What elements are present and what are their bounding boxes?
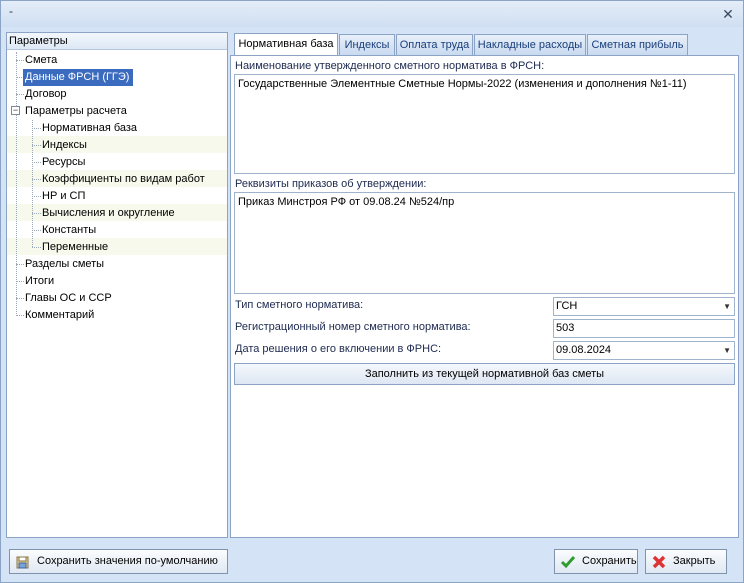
- normative-name-field[interactable]: Государственные Элементные Сметные Нормы…: [234, 74, 735, 174]
- close-x-icon: [652, 555, 666, 569]
- parameters-tree: Параметры − Смета Данные ФРСН (ГГЭ) Дого…: [6, 32, 228, 538]
- normative-type-value: ГСН: [556, 300, 578, 312]
- title-bar: - ✕: [1, 1, 743, 27]
- save-button[interactable]: Сохранить: [554, 549, 638, 574]
- tree-item-comment[interactable]: Комментарий: [23, 307, 98, 324]
- dropdown-arrow-icon[interactable]: ▼: [723, 342, 731, 359]
- save-default-label: Сохранить значения по-умолчанию: [37, 555, 218, 567]
- tree-item-resources[interactable]: Ресурсы: [40, 154, 89, 171]
- tab-overhead[interactable]: Накладные расходы: [474, 34, 586, 55]
- tree-item-frsn-data[interactable]: Данные ФРСН (ГГЭ): [23, 69, 134, 86]
- normative-name-label: Наименование утвержденного сметного норм…: [235, 60, 545, 72]
- tree-item-constants[interactable]: Константы: [40, 222, 100, 239]
- tree-item-nr-sp[interactable]: НР и СП: [40, 188, 89, 205]
- tree-item-calc-params[interactable]: Параметры расчета: [23, 103, 131, 120]
- checkmark-icon: [560, 556, 576, 569]
- tab-normative-base[interactable]: Нормативная база: [234, 33, 338, 55]
- normative-type-select[interactable]: ГСН ▼: [553, 297, 735, 316]
- tree-item-work-coefficients[interactable]: Коэффициенты по видам работ: [40, 171, 209, 188]
- close-button[interactable]: Закрыть: [645, 549, 727, 574]
- normative-type-label: Тип сметного норматива:: [235, 299, 364, 311]
- tree-item-smeta[interactable]: Смета: [23, 52, 61, 69]
- save-default-button[interactable]: Сохранить значения по-умолчанию: [9, 549, 228, 574]
- decision-date-label: Дата решения о его включении в ФРНС:: [235, 343, 442, 355]
- save-default-icon: [16, 556, 29, 569]
- window-title: -: [9, 4, 13, 18]
- orders-label: Реквизиты приказов об утверждении:: [235, 178, 427, 190]
- close-label: Закрыть: [673, 555, 716, 567]
- tree-item-chapters[interactable]: Главы ОС и ССР: [23, 290, 116, 307]
- reg-number-field[interactable]: 503: [553, 319, 735, 338]
- tab-indexes[interactable]: Индексы: [339, 34, 395, 55]
- collapse-icon[interactable]: −: [11, 106, 20, 115]
- save-label: Сохранить: [582, 555, 637, 567]
- dropdown-arrow-icon[interactable]: ▼: [723, 298, 731, 315]
- tab-profit[interactable]: Сметная прибыль: [587, 34, 688, 55]
- settings-window: - ✕ Параметры − Смета Данные ФРСН (ГГЭ) …: [0, 0, 744, 583]
- tree-item-totals[interactable]: Итоги: [23, 273, 58, 290]
- orders-field[interactable]: Приказ Минстроя РФ от 09.08.24 №524/пр: [234, 192, 735, 294]
- decision-date-picker[interactable]: 09.08.2024 ▼: [553, 341, 735, 360]
- tree-item-normative-base[interactable]: Нормативная база: [40, 120, 141, 137]
- tree-item-contract[interactable]: Договор: [23, 86, 71, 103]
- tree-item-rounding[interactable]: Вычисления и округление: [40, 205, 179, 222]
- tree-item-sections[interactable]: Разделы сметы: [23, 256, 108, 273]
- tree-header: Параметры: [7, 33, 227, 50]
- tab-labor-pay[interactable]: Оплата труда: [396, 34, 473, 55]
- tree-item-indexes[interactable]: Индексы: [40, 137, 91, 154]
- tree-item-variables[interactable]: Переменные: [40, 239, 112, 256]
- decision-date-value: 09.08.2024: [556, 344, 612, 356]
- close-icon[interactable]: ✕: [721, 7, 735, 21]
- fill-from-base-button[interactable]: Заполнить из текущей нормативной баз сме…: [234, 363, 735, 385]
- tab-panel-normative-base: Наименование утвержденного сметного норм…: [230, 55, 739, 538]
- reg-number-label: Регистрационный номер сметного норматива…: [235, 321, 471, 333]
